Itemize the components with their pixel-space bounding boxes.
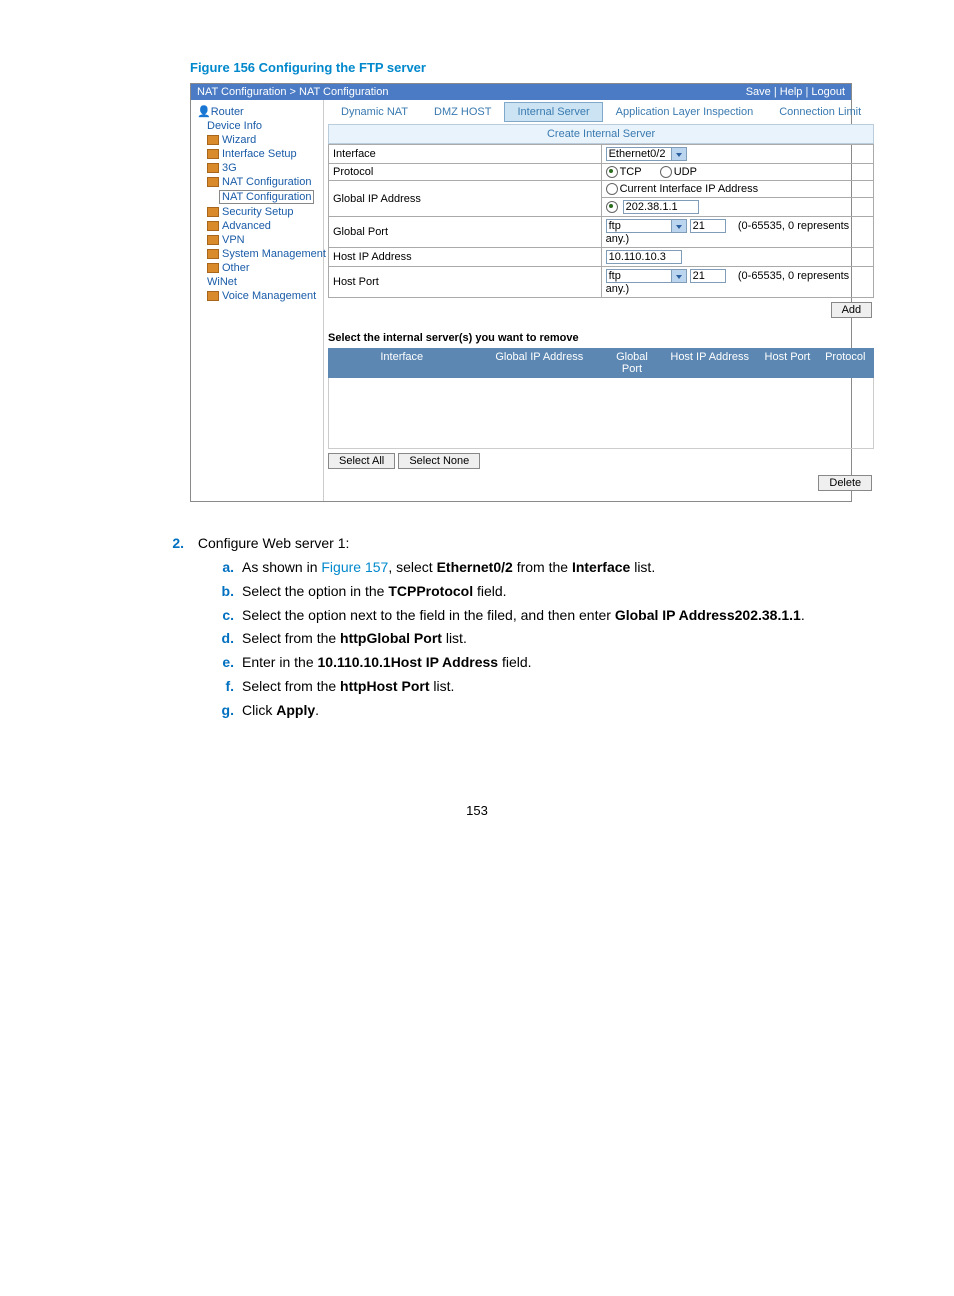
radio-current-ip-label: Current Interface IP Address <box>620 183 759 195</box>
interface-select[interactable]: Ethernet0/2 <box>606 147 687 161</box>
tree-item[interactable]: VPN <box>193 233 321 247</box>
select-none-button[interactable]: Select None <box>398 453 480 469</box>
content-area: Dynamic NATDMZ HOSTInternal ServerApplic… <box>324 100 878 501</box>
folder-icon <box>207 207 219 217</box>
tree-item[interactable]: System Management <box>193 247 321 261</box>
global-ip-input[interactable] <box>623 200 699 214</box>
folder-icon <box>207 149 219 159</box>
nav-tree: 👤Router Device InfoWizardInterface Setup… <box>191 100 324 501</box>
label-hostport: Host Port <box>329 267 602 298</box>
tab[interactable]: Application Layer Inspection <box>603 102 767 122</box>
folder-icon <box>207 263 219 273</box>
tab[interactable]: Internal Server <box>504 102 602 122</box>
list-body <box>328 378 874 449</box>
folder-icon <box>207 177 219 187</box>
tree-item[interactable]: Other <box>193 261 321 275</box>
tab[interactable]: Dynamic NAT <box>328 102 421 122</box>
substep: b.Select the option in the TCPProtocol f… <box>216 580 894 604</box>
folder-icon <box>207 249 219 259</box>
tree-item[interactable]: WiNet <box>193 275 321 289</box>
global-port-select[interactable]: ftp <box>606 219 687 233</box>
label-globalip: Global IP Address <box>329 181 602 217</box>
column-header: Host Port <box>759 348 817 378</box>
tree-root[interactable]: 👤Router <box>193 104 321 119</box>
label-interface: Interface <box>329 145 602 164</box>
figure-caption: Figure 156 Configuring the FTP server <box>190 60 894 75</box>
folder-icon <box>207 221 219 231</box>
tree-item[interactable]: 3G <box>193 161 321 175</box>
substep: c.Select the option next to the field in… <box>216 604 894 628</box>
form-table: Interface Ethernet0/2 Protocol TCP UDP G… <box>328 144 874 298</box>
host-port-input[interactable] <box>690 269 726 283</box>
radio-custom-ip[interactable] <box>606 201 618 213</box>
substep: a.As shown in Figure 157, select Etherne… <box>216 556 894 580</box>
folder-icon <box>207 135 219 145</box>
breadcrumb-links[interactable]: Save | Help | Logout <box>746 86 845 98</box>
tree-item[interactable]: Security Setup <box>193 205 321 219</box>
host-ip-input[interactable] <box>606 250 682 264</box>
select-all-button[interactable]: Select All <box>328 453 395 469</box>
substep: g.Click Apply. <box>216 699 894 723</box>
delete-button[interactable]: Delete <box>818 475 872 491</box>
tree-item[interactable]: NAT Configuration <box>193 189 321 205</box>
page-number: 153 <box>60 803 894 818</box>
add-button[interactable]: Add <box>831 302 873 318</box>
column-header: Global IP Address <box>476 348 604 378</box>
tab[interactable]: DMZ HOST <box>421 102 504 122</box>
list-header: InterfaceGlobal IP AddressGlobal PortHos… <box>328 348 874 378</box>
radio-udp-label: UDP <box>674 166 697 178</box>
folder-icon <box>207 291 219 301</box>
tab-bar: Dynamic NATDMZ HOSTInternal ServerApplic… <box>328 102 874 122</box>
tree-item[interactable]: Wizard <box>193 133 321 147</box>
radio-udp[interactable] <box>660 166 672 178</box>
global-port-input[interactable] <box>690 219 726 233</box>
tree-item[interactable]: Device Info <box>193 119 321 133</box>
section-header: Create Internal Server <box>328 124 874 144</box>
instructions: 2. Configure Web server 1: a.As shown in… <box>160 532 894 722</box>
screenshot-panel: NAT Configuration > NAT Configuration Sa… <box>190 83 852 502</box>
column-header: Interface <box>328 348 476 378</box>
column-header: Global Port <box>603 348 661 378</box>
substep: e.Enter in the 10.110.10.1Host IP Addres… <box>216 651 894 675</box>
radio-tcp[interactable] <box>606 166 618 178</box>
substep: f.Select from the httpHost Port list. <box>216 675 894 699</box>
tree-item[interactable]: NAT Configuration <box>193 175 321 189</box>
radio-tcp-label: TCP <box>620 166 642 178</box>
folder-icon <box>207 235 219 245</box>
tree-item[interactable]: Advanced <box>193 219 321 233</box>
label-protocol: Protocol <box>329 164 602 181</box>
tab[interactable]: Connection Limit <box>766 102 874 122</box>
label-hostip: Host IP Address <box>329 248 602 267</box>
substep: d.Select from the httpGlobal Port list. <box>216 627 894 651</box>
column-header: Host IP Address <box>661 348 759 378</box>
host-port-select[interactable]: ftp <box>606 269 687 283</box>
folder-icon <box>207 163 219 173</box>
step-number: 2. <box>160 532 184 556</box>
tree-item[interactable]: Voice Management <box>193 289 321 303</box>
step-text: Configure Web server 1: <box>198 535 349 551</box>
remove-header: Select the internal server(s) you want t… <box>328 332 874 344</box>
label-globalport: Global Port <box>329 217 602 248</box>
tree-item[interactable]: Interface Setup <box>193 147 321 161</box>
column-header: Protocol <box>816 348 874 378</box>
breadcrumb-path: NAT Configuration > NAT Configuration <box>197 86 388 98</box>
radio-current-ip[interactable] <box>606 183 618 195</box>
breadcrumb-bar: NAT Configuration > NAT Configuration Sa… <box>191 84 851 100</box>
